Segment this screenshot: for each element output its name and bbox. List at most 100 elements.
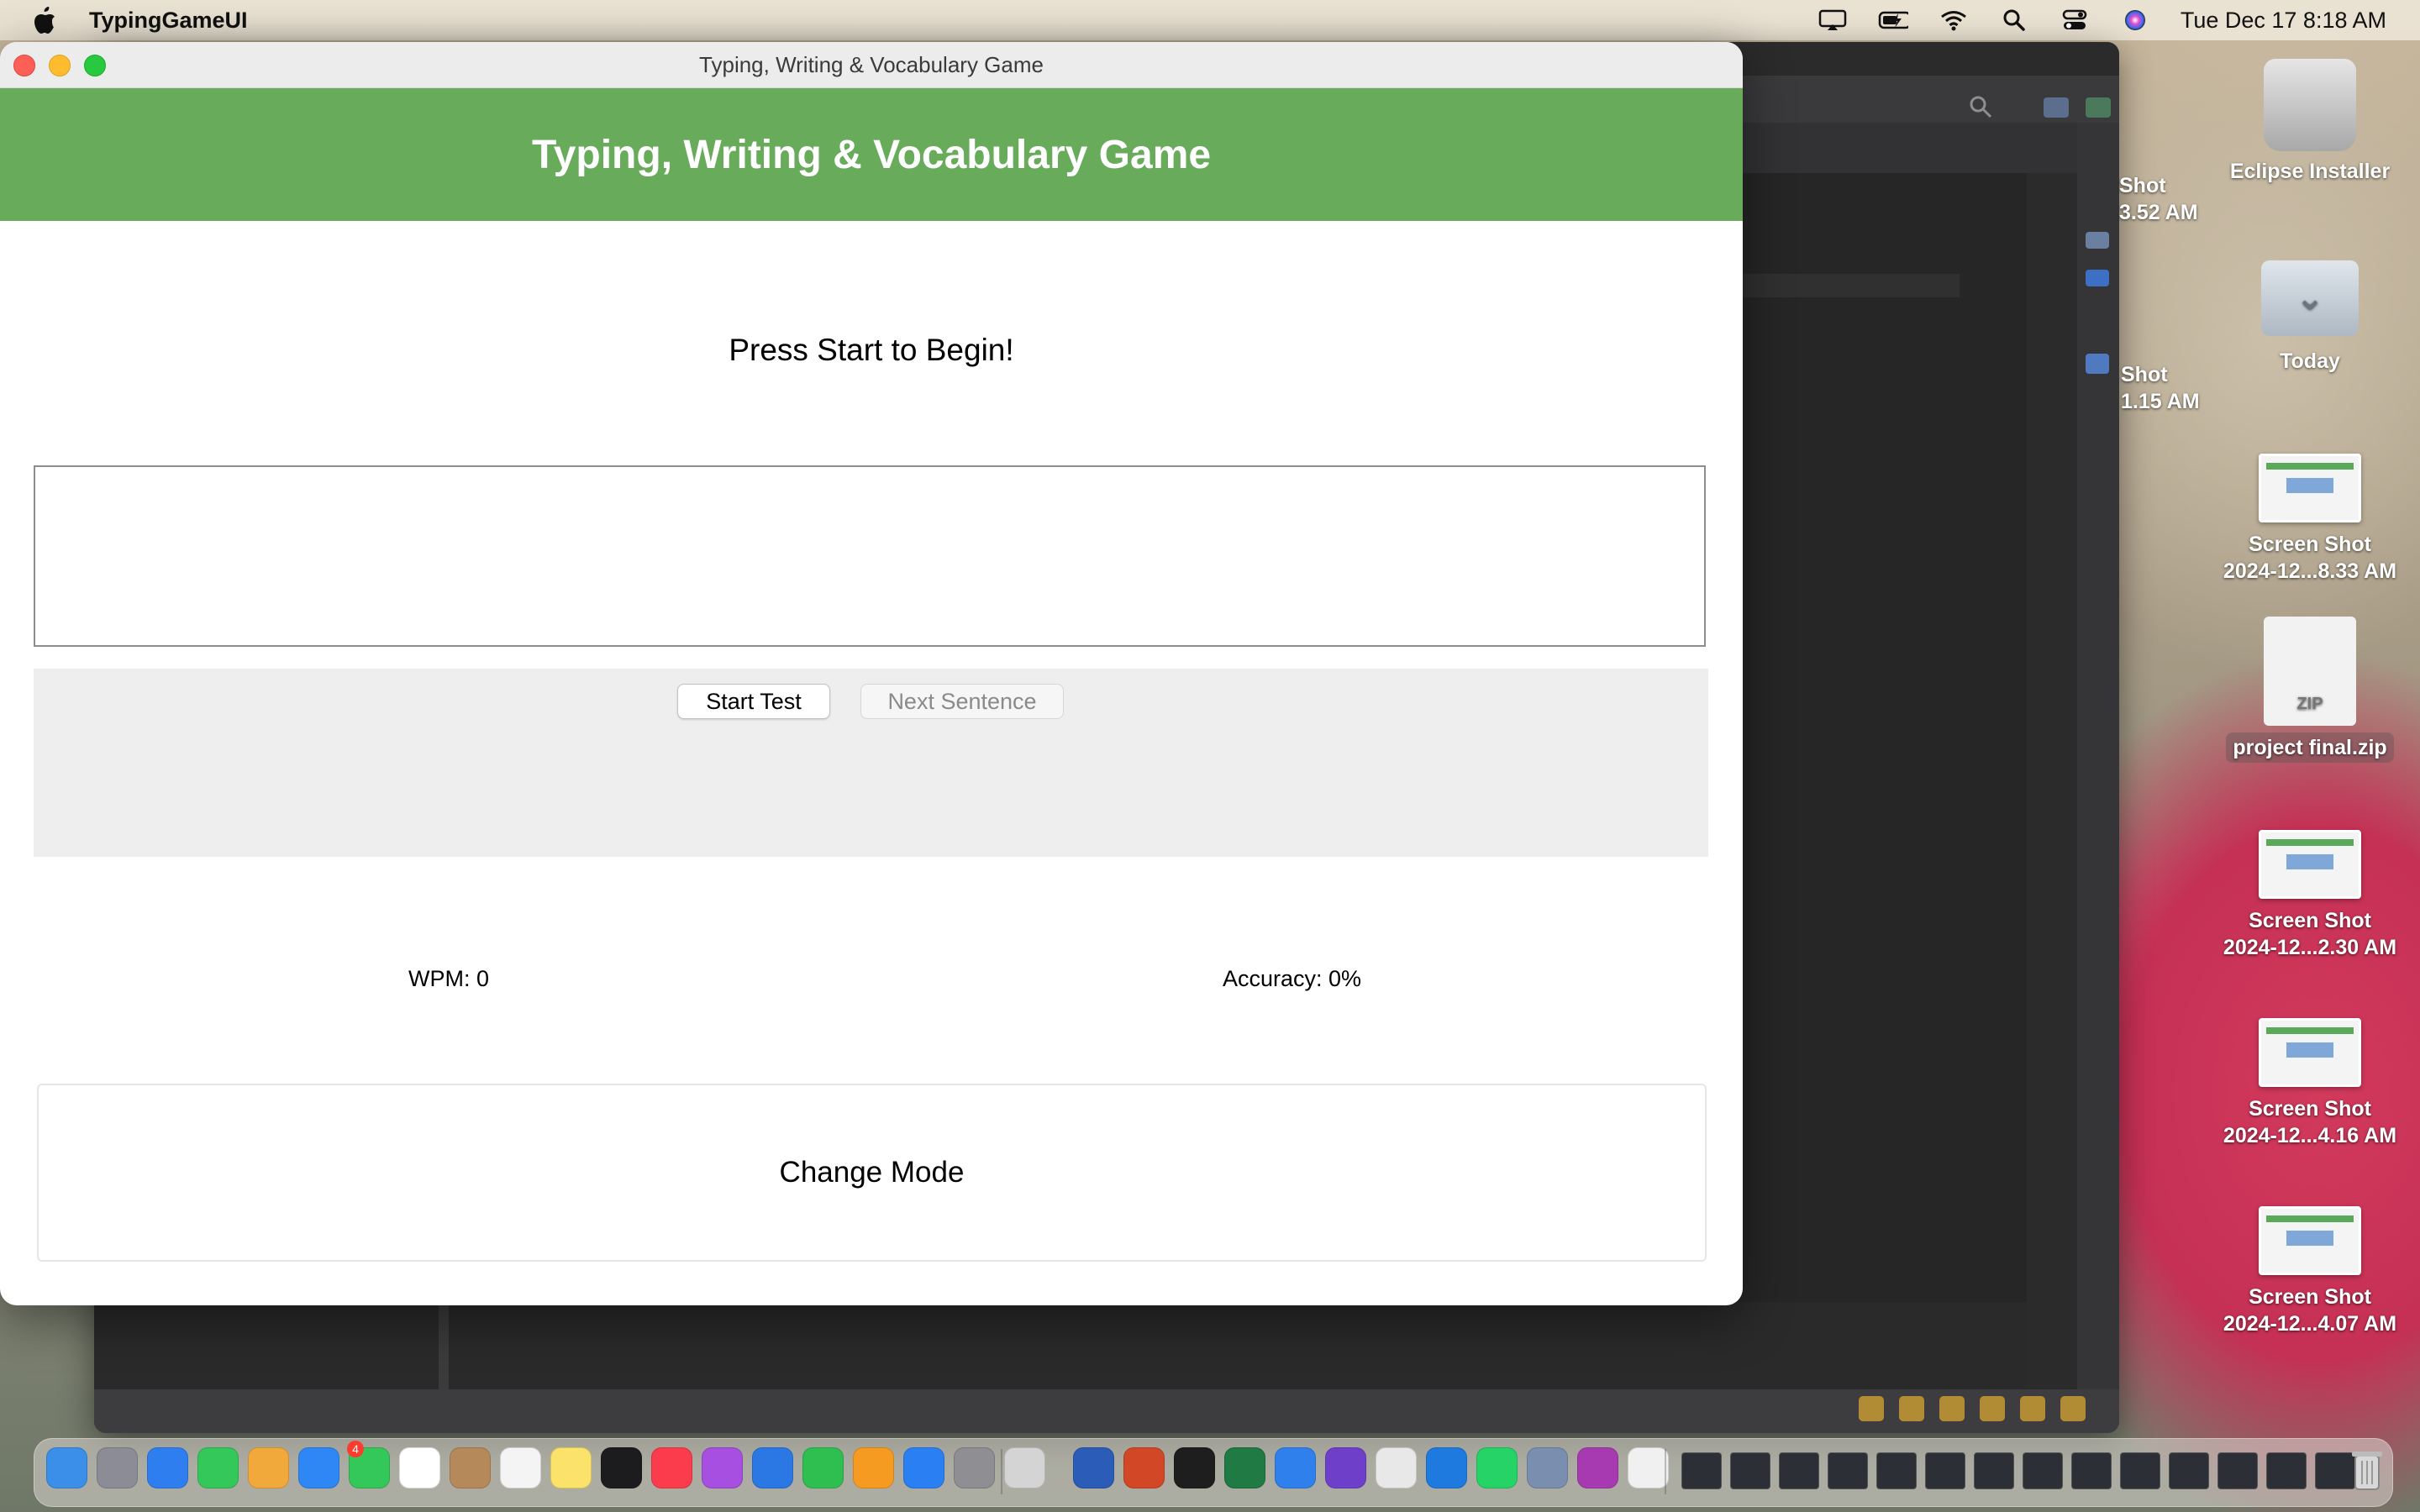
desktop-item-partial-1[interactable]: Shot 3.52 AM [2119, 172, 2198, 226]
desktop-item-label: project final.zip [2226, 732, 2394, 763]
dock-app-icon[interactable] [1527, 1447, 1568, 1488]
dock-minimized-window-thumbnail[interactable] [1779, 1452, 1819, 1489]
hierarchy-view-icon[interactable] [2086, 354, 2109, 374]
active-app-name[interactable]: TypingGameUI [89, 8, 248, 34]
status-tip-icon[interactable] [1859, 1396, 1884, 1421]
desktop-item-eclipse-installer[interactable]: Eclipse Installer [2222, 59, 2398, 185]
status-tutorial-icon[interactable] [1939, 1396, 1965, 1421]
desktop-item-screenshot-2[interactable]: Screen Shot 2024-12...2.30 AM [2222, 830, 2398, 961]
screen-mirroring-icon[interactable] [1818, 8, 1848, 32]
dock-minimized-window-thumbnail[interactable] [1974, 1452, 2014, 1489]
dock-app-icon[interactable] [903, 1447, 944, 1488]
dock-app-icon[interactable] [1275, 1447, 1316, 1488]
dock-minimized-window-thumbnail[interactable] [2023, 1452, 2063, 1489]
dock-app-icon[interactable] [1577, 1447, 1618, 1488]
status-map-icon[interactable] [1899, 1396, 1924, 1421]
start-test-button[interactable]: Start Test [677, 684, 830, 719]
status-wand-icon[interactable] [1980, 1396, 2005, 1421]
partial-label-line1: Shot [2121, 363, 2168, 386]
dock-minimized-window-thumbnail[interactable] [1681, 1452, 1722, 1489]
zoom-window-button[interactable] [84, 55, 106, 76]
dock-app-icon[interactable] [802, 1447, 844, 1488]
dock-minimized-window-thumbnail[interactable] [1876, 1452, 1917, 1489]
dock-app-icon[interactable] [1123, 1447, 1165, 1488]
sentence-prompt: Press Start to Begin! [729, 333, 1014, 367]
dock-app-icon[interactable] [1628, 1447, 1669, 1488]
desktop-item-partial-2[interactable]: Shot 1.15 AM [2121, 361, 2200, 415]
dock-app-icon[interactable] [702, 1447, 743, 1488]
partial-label-line2: 3.52 AM [2119, 201, 2198, 224]
change-mode-button[interactable]: Change Mode [37, 1084, 1707, 1262]
eclipse-status-icons [1859, 1396, 2086, 1421]
dock-minimized-window-thumbnail[interactable] [2315, 1452, 2355, 1489]
outline-view-icon[interactable] [2086, 232, 2109, 249]
dock-minimized-window-thumbnail[interactable] [1925, 1452, 1965, 1489]
desktop-item-today-folder[interactable]: ⌄ Today [2222, 260, 2398, 375]
dock-minimized-window-thumbnail[interactable] [2266, 1452, 2307, 1489]
dock-app-icon[interactable] [147, 1447, 188, 1488]
dock-app-icon[interactable] [197, 1447, 239, 1488]
apple-menu-icon[interactable] [30, 6, 59, 34]
dock-minimized-windows [1681, 1452, 2355, 1489]
dock-app-icon[interactable] [1376, 1447, 1417, 1488]
trash-icon[interactable] [2350, 1447, 2384, 1493]
menu-bar-clock[interactable]: Tue Dec 17 8:18 AM [2181, 8, 2386, 34]
dock-minimized-window-thumbnail[interactable] [2120, 1452, 2160, 1489]
control-center-icon[interactable] [2060, 8, 2090, 32]
next-sentence-button[interactable]: Next Sentence [860, 684, 1064, 719]
open-perspective-icon[interactable] [2044, 97, 2069, 118]
desktop-item-label: Screen Shot [2249, 909, 2371, 932]
dock-app-icon[interactable] [1224, 1447, 1265, 1488]
desktop-item-screenshot-3[interactable]: Screen Shot 2024-12...4.16 AM [2222, 1018, 2398, 1149]
siri-icon[interactable] [2120, 8, 2150, 32]
dock-app-icon[interactable] [298, 1447, 339, 1488]
dock-minimized-window-thumbnail[interactable] [2169, 1452, 2209, 1489]
dock-separator [1001, 1449, 1002, 1494]
screenshot-thumbnail-icon [2259, 1206, 2361, 1275]
dock-app-icon[interactable] [450, 1447, 491, 1488]
dock-app-icon[interactable] [1325, 1447, 1366, 1488]
wifi-icon[interactable] [1939, 8, 1969, 32]
dock-app-icon[interactable] [97, 1447, 138, 1488]
dock-app-icon[interactable] [399, 1447, 440, 1488]
dock-app-icon[interactable] [752, 1447, 793, 1488]
dock-app-icon[interactable] [550, 1447, 592, 1488]
task-list-icon[interactable] [2086, 270, 2109, 286]
spotlight-search-icon[interactable] [1999, 8, 2029, 32]
dock-app-icon[interactable] [248, 1447, 289, 1488]
java-perspective-icon[interactable] [2086, 97, 2111, 118]
eclipse-search-icon[interactable] [1968, 94, 1993, 123]
dock-minimized-window-thumbnail[interactable] [2071, 1452, 2112, 1489]
window-title-bar[interactable]: Typing, Writing & Vocabulary Game [0, 42, 1743, 88]
dock-app-icon[interactable] [651, 1447, 692, 1488]
dock-minimized-window-thumbnail[interactable] [1828, 1452, 1868, 1489]
partial-label-line2: 1.15 AM [2121, 390, 2200, 413]
dock-app-icon[interactable] [1426, 1447, 1467, 1488]
dock-app-icon[interactable] [500, 1447, 541, 1488]
dock-app-icon[interactable] [1004, 1447, 1045, 1488]
menu-bar: TypingGameUI Tue Dec 17 8:18 AM [0, 0, 2420, 40]
desktop-item-project-zip[interactable]: ZIP project final.zip [2222, 617, 2398, 763]
status-lightbulb-icon[interactable] [2060, 1396, 2086, 1421]
desktop-item-screenshot-1[interactable]: Screen Shot 2024-12...8.33 AM [2222, 454, 2398, 585]
screenshot-thumbnail-icon [2259, 1018, 2361, 1087]
dock-app-icon[interactable] [601, 1447, 642, 1488]
dock-app-icon[interactable] [1174, 1447, 1215, 1488]
desktop-item-screenshot-4[interactable]: Screen Shot 2024-12...4.07 AM [2222, 1206, 2398, 1337]
dock-app-icon[interactable] [1073, 1447, 1114, 1488]
dock-minimized-window-thumbnail[interactable] [1730, 1452, 1770, 1489]
status-smiley-icon[interactable] [2020, 1396, 2045, 1421]
dock-app-icon[interactable] [954, 1447, 995, 1488]
typing-input-area[interactable] [34, 465, 1706, 647]
desktop-item-label: 2024-12...8.33 AM [2223, 559, 2397, 583]
close-window-button[interactable] [13, 55, 35, 76]
dock-app-icon[interactable] [853, 1447, 894, 1488]
screenshot-thumbnail-icon [2259, 454, 2361, 522]
dock-minimized-window-thumbnail[interactable] [2217, 1452, 2258, 1489]
control-button-panel: Start Test Next Sentence [34, 669, 1708, 857]
dock-app-icon[interactable] [1476, 1447, 1518, 1488]
minimize-window-button[interactable] [49, 55, 71, 76]
desktop-item-label: Screen Shot [2249, 1285, 2371, 1309]
dock-app-icon[interactable] [46, 1447, 87, 1488]
battery-icon[interactable] [1878, 8, 1908, 32]
